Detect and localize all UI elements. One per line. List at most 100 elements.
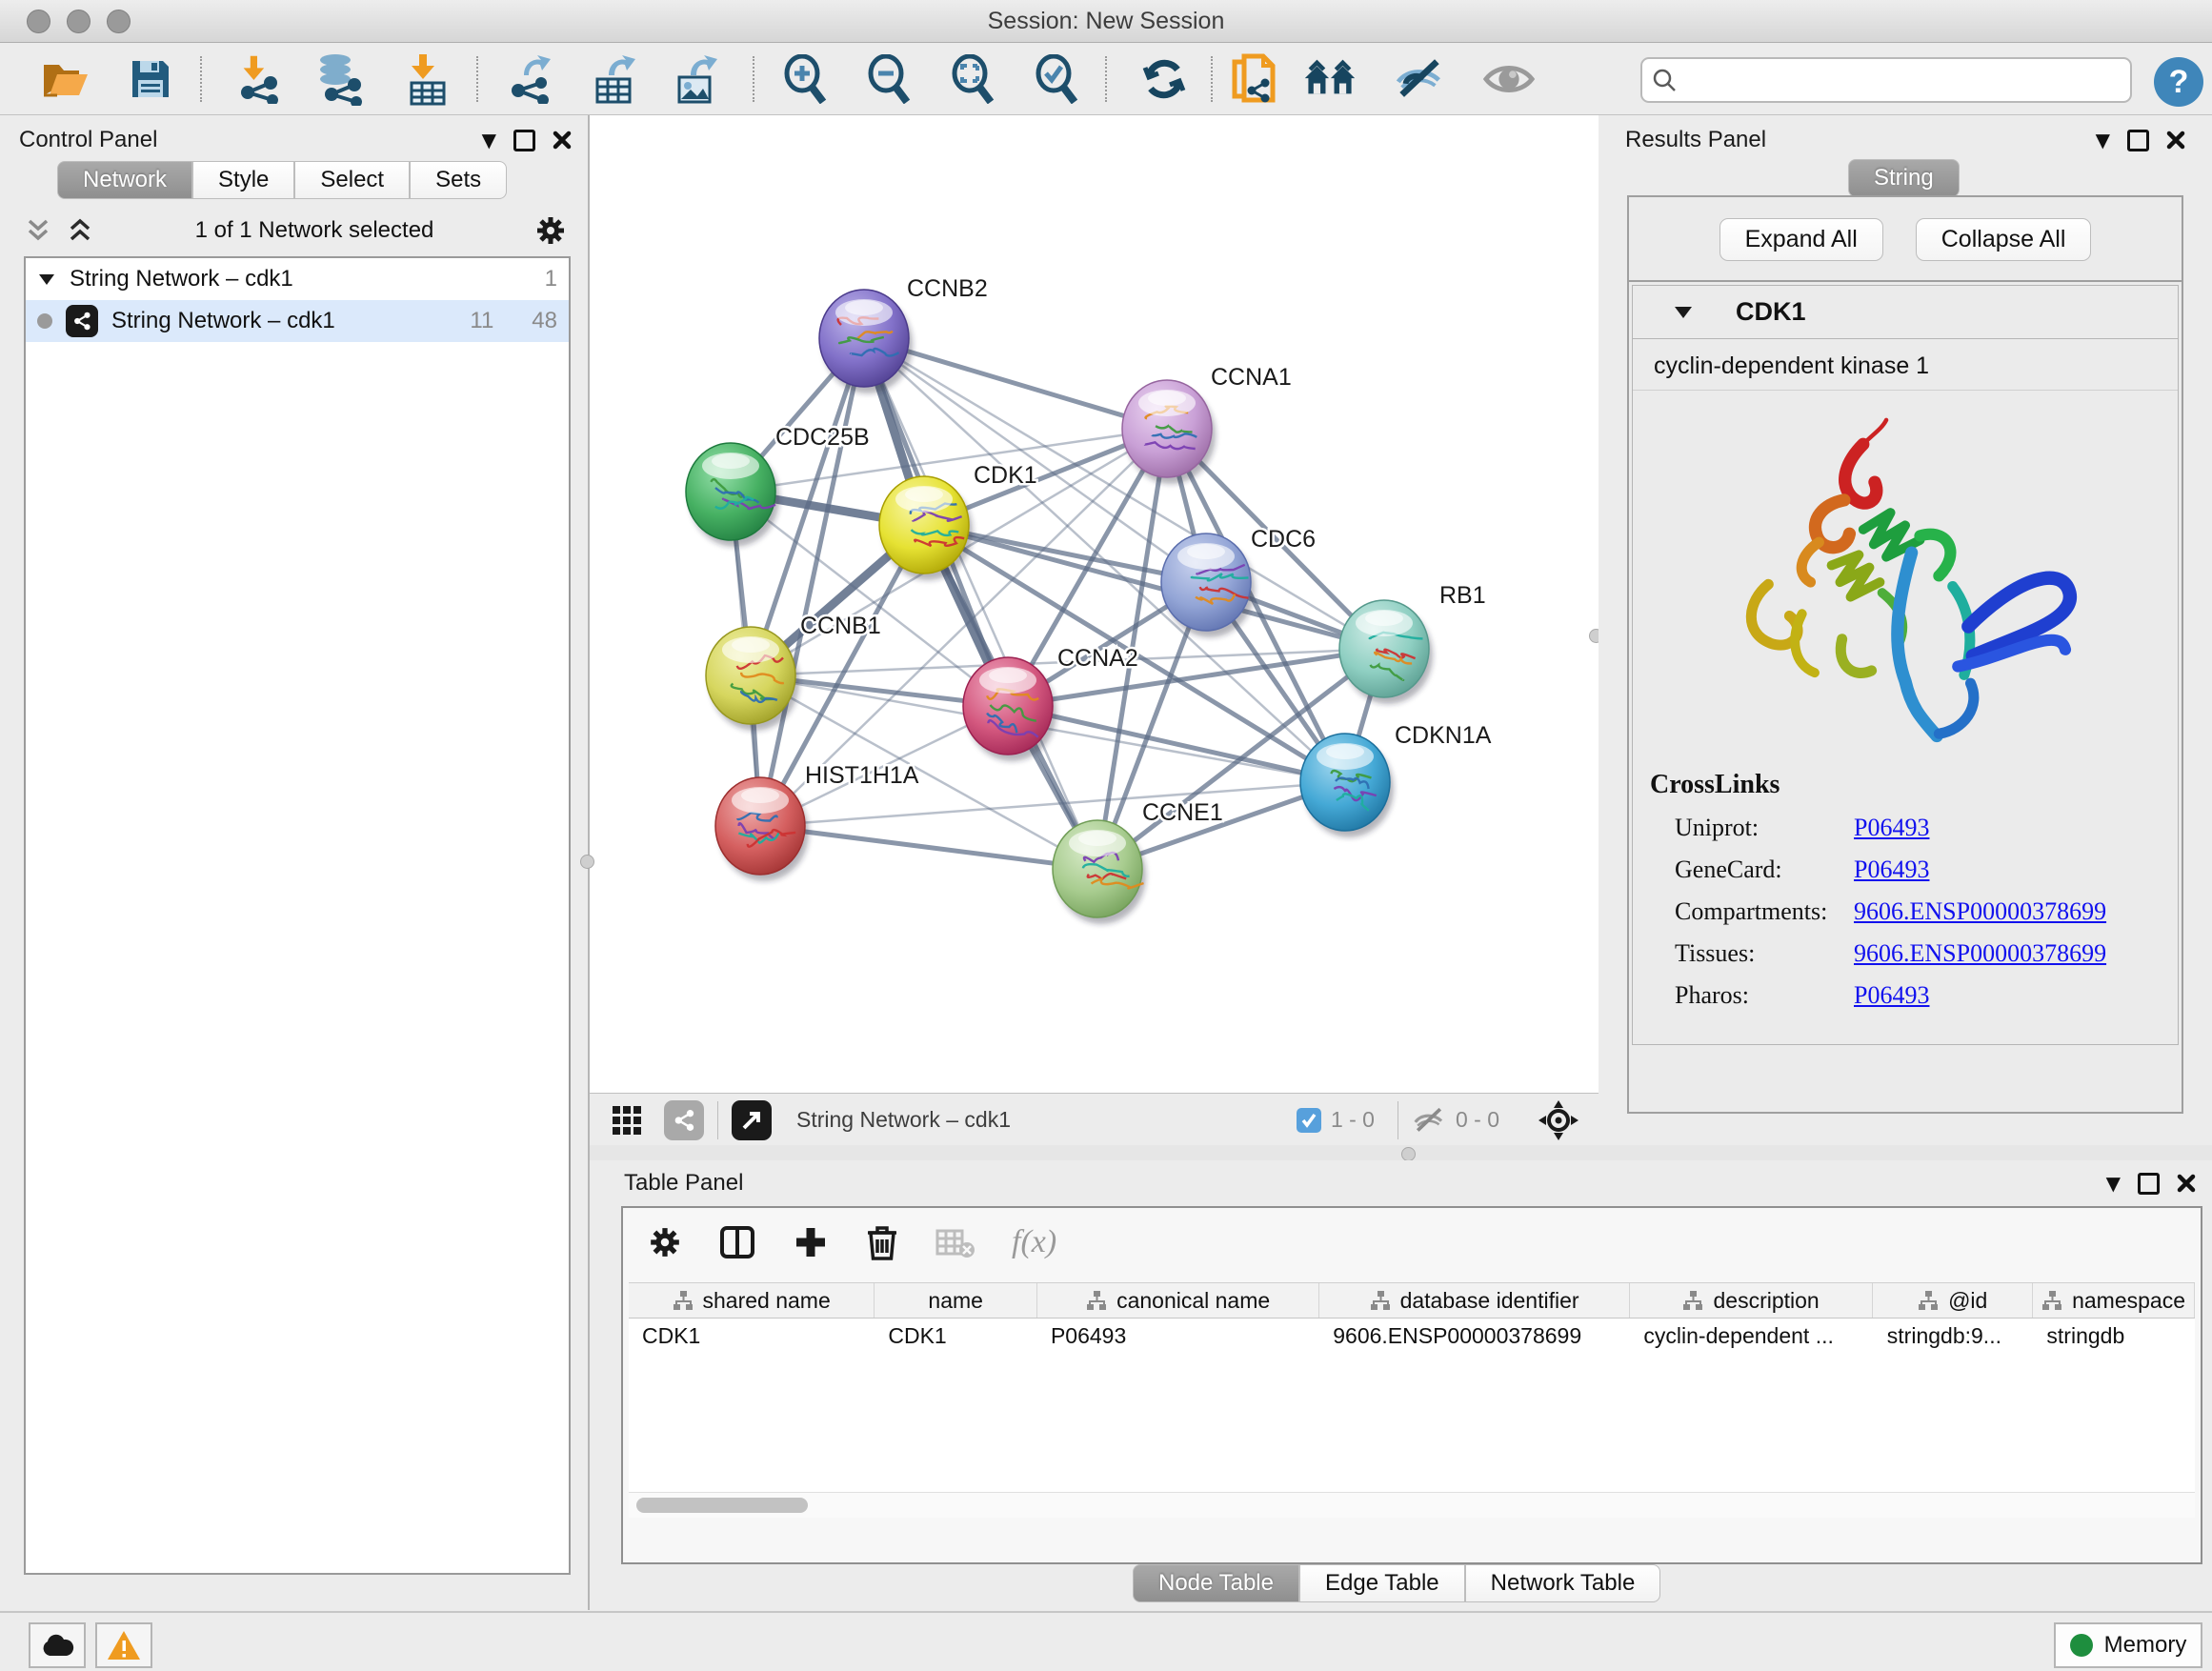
left-splitter-knob[interactable] [580, 855, 594, 869]
entry-collapse-caret-icon[interactable] [1673, 304, 1694, 321]
panel-float-icon[interactable] [2127, 130, 2149, 151]
tab-network[interactable]: Network [57, 161, 192, 199]
crosslink-value-link[interactable]: 9606.ENSP00000378699 [1854, 897, 2106, 926]
network-node-CDKN1A[interactable] [1300, 734, 1394, 837]
delete-column-trash-icon[interactable] [865, 1223, 899, 1261]
selected-count-checkbox-icon[interactable] [1297, 1108, 1321, 1133]
tab-string[interactable]: String [1848, 159, 1960, 197]
zoom-in-icon[interactable] [779, 54, 833, 104]
network-node-RB1[interactable] [1339, 600, 1433, 704]
table-options-gear-icon[interactable] [648, 1225, 682, 1259]
tab-sets[interactable]: Sets [410, 161, 507, 199]
save-session-icon[interactable] [124, 54, 177, 104]
network-node-CDK1[interactable] [879, 476, 973, 580]
tab-network-table[interactable]: Network Table [1465, 1564, 1661, 1602]
panel-float-icon[interactable] [513, 130, 535, 151]
network-share-badge-icon[interactable] [664, 1100, 704, 1140]
crosslink-value-link[interactable]: P06493 [1854, 814, 1929, 842]
clone-network-icon[interactable] [1227, 54, 1280, 104]
node-result-header[interactable]: CDK1 [1633, 286, 2178, 339]
tab-edge-table[interactable]: Edge Table [1299, 1564, 1465, 1602]
cloud-status-button[interactable] [29, 1622, 86, 1668]
network-icon [66, 305, 98, 337]
export-network-icon[interactable] [505, 54, 558, 104]
panel-close-icon[interactable] [2177, 1174, 2196, 1193]
search-box[interactable] [1640, 57, 2132, 103]
crosslink-value-link[interactable]: P06493 [1854, 981, 1929, 1010]
tab-style[interactable]: Style [192, 161, 294, 199]
search-input[interactable] [1677, 67, 2121, 93]
network-row[interactable]: String Network – cdk1 11 48 [26, 300, 569, 342]
scrollbar-thumb[interactable] [636, 1498, 808, 1513]
expand-all-networks-icon[interactable] [66, 217, 94, 244]
network-edge-CCNE1-HIST1H1A[interactable] [760, 826, 1097, 869]
memory-button[interactable]: Memory [2054, 1622, 2202, 1668]
network-node-CDC6[interactable] [1161, 534, 1255, 637]
tab-select[interactable]: Select [294, 161, 410, 199]
table-panel-tabs: Node Table Edge Table Network Table [1133, 1564, 1660, 1602]
column-tree-icon [1086, 1290, 1107, 1311]
table-cell: stringdb:9... [1874, 1319, 2034, 1353]
first-neighbors-icon[interactable] [1303, 54, 1357, 104]
network-node-CCNA2[interactable] [963, 657, 1056, 761]
horizontal-splitter[interactable] [590, 1145, 2212, 1160]
table-row[interactable]: CDK1CDK1P064939606.ENSP00000378699cyclin… [629, 1319, 2195, 1353]
column-header-description[interactable]: description [1630, 1283, 1873, 1318]
warning-status-button[interactable] [95, 1622, 152, 1668]
table-cell: CDK1 [875, 1319, 1037, 1353]
toolbar-separator [200, 56, 202, 102]
column-header--id[interactable]: @id [1873, 1283, 2033, 1318]
panel-close-icon[interactable] [553, 131, 572, 150]
network-node-CCNE1[interactable] [1053, 820, 1146, 924]
column-header-namespace[interactable]: namespace [2033, 1283, 2195, 1318]
table-header-row: shared namenamecanonical name database id… [629, 1283, 2195, 1319]
collapse-all-networks-icon[interactable] [24, 217, 52, 244]
birds-eye-grid-icon[interactable] [611, 1104, 643, 1137]
column-header-name[interactable]: name [875, 1283, 1037, 1318]
open-in-window-icon[interactable] [732, 1100, 772, 1140]
expand-all-button[interactable]: Expand All [1719, 218, 1883, 261]
open-session-icon[interactable] [38, 54, 91, 104]
network-edge-CCNB2-CCNE1[interactable] [864, 338, 1097, 869]
zoom-out-icon[interactable] [863, 54, 916, 104]
export-table-icon[interactable] [588, 54, 641, 104]
network-node-CCNA1[interactable] [1122, 380, 1216, 484]
collapse-all-button[interactable]: Collapse All [1916, 218, 2092, 261]
zoom-selected-icon[interactable] [1031, 54, 1084, 104]
panel-menu-caret-icon[interactable]: ▼ [2096, 129, 2110, 151]
panel-float-icon[interactable] [2138, 1173, 2160, 1195]
control-panel-title: Control Panel [19, 127, 157, 153]
table-horizontal-scrollbar[interactable] [629, 1492, 2195, 1518]
import-network-file-icon[interactable] [232, 54, 286, 104]
show-columns-icon[interactable] [718, 1223, 756, 1261]
show-all-eye-icon[interactable] [1482, 54, 1536, 104]
column-header-shared-name[interactable]: shared name [629, 1283, 875, 1318]
network-options-gear-icon[interactable] [534, 214, 567, 247]
help-button[interactable]: ? [2154, 57, 2203, 107]
column-header-label: database identifier [1400, 1288, 1579, 1314]
column-header-canonical-name[interactable]: canonical name [1037, 1283, 1319, 1318]
import-table-icon[interactable] [400, 54, 453, 104]
create-column-plus-icon[interactable] [793, 1224, 829, 1260]
crosslink-value-link[interactable]: 9606.ENSP00000378699 [1854, 939, 2106, 968]
hide-selected-eye-icon[interactable] [1393, 54, 1446, 104]
panel-menu-caret-icon[interactable]: ▼ [2106, 1172, 2121, 1195]
import-network-database-icon[interactable] [312, 54, 366, 104]
export-image-icon[interactable] [670, 54, 723, 104]
node-result-name: CDK1 [1736, 297, 1806, 327]
crosslink-value-link[interactable]: P06493 [1854, 856, 1929, 884]
panel-menu-caret-icon[interactable]: ▼ [482, 129, 496, 151]
network-collection-row[interactable]: String Network – cdk1 1 [26, 258, 569, 300]
network-node-CCNB2[interactable] [819, 290, 913, 393]
network-canvas[interactable]: CCNB2CCNA1CDC25BCDK1CDC6RB1CCNB1CCNA2CDK… [590, 115, 1599, 1093]
collection-expand-caret-icon[interactable] [37, 272, 56, 287]
column-header-database-identifier[interactable]: database identifier [1319, 1283, 1630, 1318]
splitter-knob[interactable] [1401, 1147, 1416, 1161]
apply-layout-icon[interactable] [1137, 54, 1191, 104]
network-node-CDC25B[interactable] [686, 443, 779, 547]
panel-close-icon[interactable] [2166, 131, 2185, 150]
center-view-crosshair-icon[interactable] [1538, 1099, 1579, 1141]
tab-node-table[interactable]: Node Table [1133, 1564, 1299, 1602]
network-node-count: 11 [470, 308, 493, 334]
zoom-fit-icon[interactable] [947, 54, 1000, 104]
